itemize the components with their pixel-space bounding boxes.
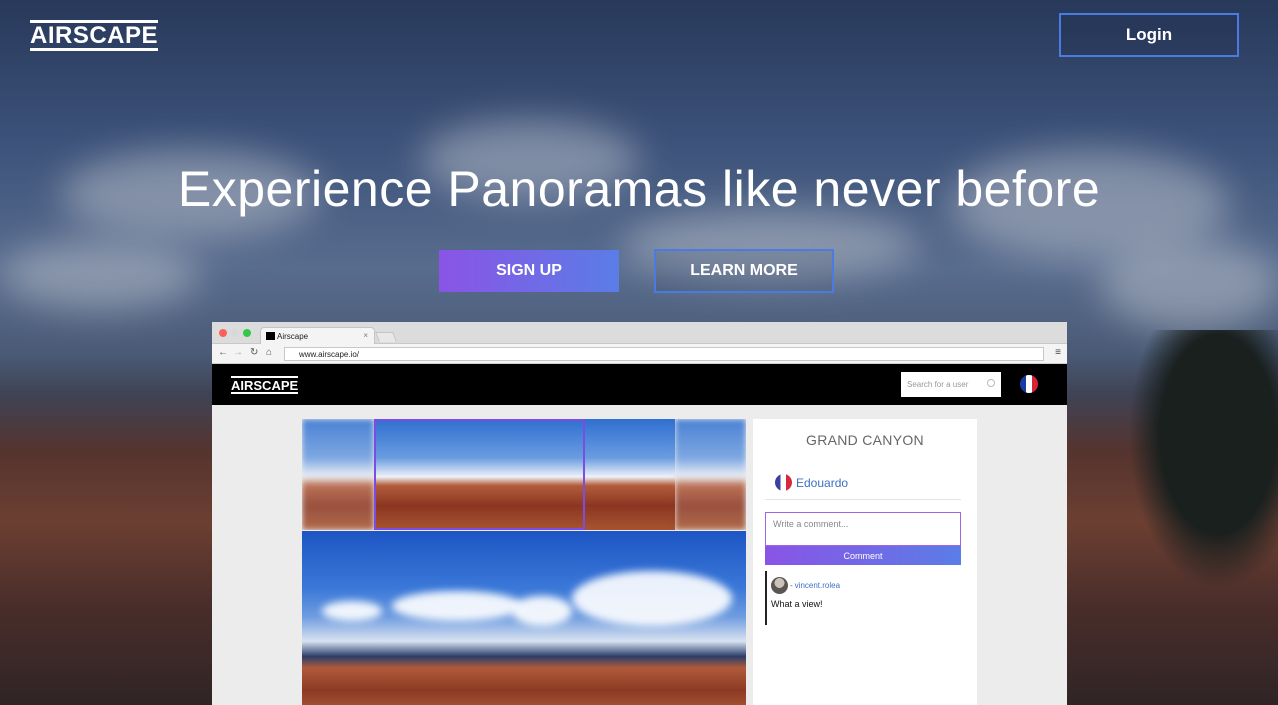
panorama-view (302, 531, 746, 705)
browser-mockup: Airscape × ← → ↻ ⌂ www.airscape.io/ ≡ AI… (212, 322, 1067, 705)
home-icon: ⌂ (266, 347, 273, 358)
maximize-window-dot (243, 329, 251, 337)
comment-item: - vincent.rolea What a view! (765, 571, 961, 625)
back-arrow-icon: ← (218, 347, 228, 358)
forward-arrow-icon: → (233, 347, 243, 358)
hero-headline: Experience Panoramas like never before (177, 161, 1101, 217)
close-window-dot (219, 329, 227, 337)
place-title: GRAND CANYON (806, 432, 924, 448)
menu-icon: ≡ (1055, 347, 1061, 358)
user-search-input: Search for a user (901, 372, 1001, 397)
owner-info: Edouardo (775, 474, 848, 491)
commenter-avatar (771, 577, 788, 594)
app-navbar: AIRSCAPE Search for a user (212, 364, 1067, 405)
commenter-username: vincent.rolea (794, 581, 841, 590)
panorama-details-panel: GRAND CANYON Edouardo Write a comment...… (753, 419, 977, 705)
learn-more-button[interactable]: LEARN MORE (654, 249, 834, 293)
search-icon (987, 379, 995, 387)
search-placeholder: Search for a user (907, 380, 969, 389)
comment-button: Comment (765, 546, 961, 565)
address-bar: www.airscape.io/ (284, 347, 1044, 361)
browser-toolbar: ← → ↻ ⌂ www.airscape.io/ ≡ (212, 344, 1067, 364)
new-tab-icon (375, 332, 397, 342)
france-flag-icon (1020, 375, 1038, 393)
comment-text: What a view! (771, 599, 823, 609)
divider (765, 499, 961, 500)
comment-input: Write a comment... (765, 512, 961, 546)
owner-name: Edouardo (796, 475, 849, 490)
login-button[interactable]: Login (1059, 13, 1239, 57)
site-logo[interactable]: AIRSCAPE (30, 20, 159, 51)
reload-icon: ↻ (250, 347, 259, 358)
url-text: www.airscape.io/ (299, 349, 360, 359)
panorama-navigator (302, 419, 746, 530)
panorama-selection-frame (374, 419, 585, 530)
tab-close-icon: × (363, 331, 368, 340)
favicon-icon (266, 332, 275, 340)
owner-avatar (775, 474, 792, 491)
app-content: GRAND CANYON Edouardo Write a comment...… (212, 419, 1067, 705)
minimize-window-dot (231, 329, 239, 337)
tab-title: Airscape (277, 331, 309, 341)
comment-dash: - (790, 581, 793, 590)
browser-tab: Airscape × (260, 327, 375, 344)
browser-tab-bar: Airscape × (212, 322, 1067, 344)
app-logo: AIRSCAPE (231, 376, 299, 394)
sign-up-button[interactable]: SIGN UP (439, 250, 619, 292)
